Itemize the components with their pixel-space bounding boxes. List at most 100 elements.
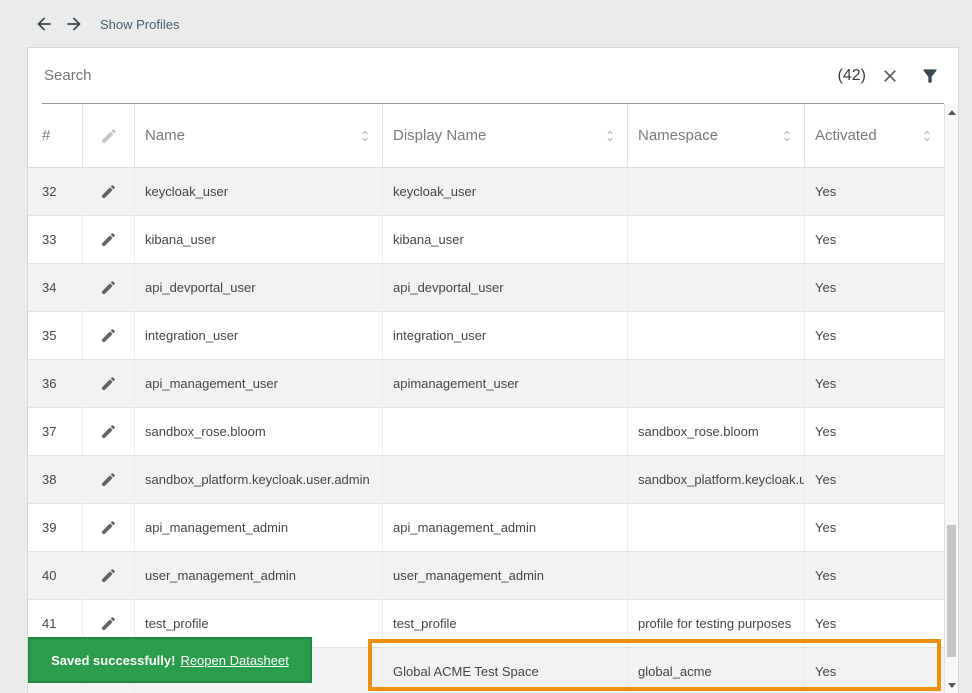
table-header: # Name Display Name Namespace Activated [28, 104, 958, 168]
pencil-icon [100, 279, 117, 296]
pencil-icon [100, 231, 117, 248]
activated-cell: Yes [805, 504, 944, 552]
edit-pencil-button[interactable] [100, 471, 117, 488]
display-name-cell [383, 408, 628, 456]
forward-button[interactable] [64, 14, 84, 34]
edit-pencil-button[interactable] [100, 231, 117, 248]
display-name-cell: keycloak_user [383, 168, 628, 216]
table-row[interactable]: 32 keycloak_user keycloak_user Yes [28, 168, 958, 216]
arrow-back-icon [34, 14, 54, 34]
pencil-icon [100, 127, 118, 145]
namespace-cell [628, 216, 805, 264]
reopen-datasheet-link[interactable]: Reopen Datasheet [180, 653, 288, 668]
header-display-name[interactable]: Display Name [383, 104, 628, 168]
table-row[interactable]: 36 api_management_user apimanagement_use… [28, 360, 958, 408]
activated-cell: Yes [805, 456, 944, 504]
edit-pencil-button[interactable] [100, 279, 117, 296]
edit-cell [83, 216, 135, 264]
sort-icon [358, 129, 372, 143]
pencil-icon [100, 615, 117, 632]
display-name-cell: Global ACME Test Space [383, 648, 628, 693]
name-cell: api_management_user [135, 360, 383, 408]
table-row[interactable]: 33 kibana_user kibana_user Yes [28, 216, 958, 264]
namespace-cell [628, 552, 805, 600]
table-row[interactable]: 39 api_management_admin api_management_a… [28, 504, 958, 552]
activated-cell: Yes [805, 264, 944, 312]
table-row[interactable]: 38 sandbox_platform.keycloak.user.admin … [28, 456, 958, 504]
activated-cell: Yes [805, 360, 944, 408]
row-number-cell: 40 [28, 552, 83, 600]
scroll-up-arrow-icon [948, 110, 956, 115]
close-icon [880, 66, 900, 86]
edit-cell [83, 456, 135, 504]
header-activated[interactable]: Activated [805, 104, 944, 168]
name-cell: api_devportal_user [135, 264, 383, 312]
filter-icon [920, 66, 940, 86]
name-cell: integration_user [135, 312, 383, 360]
row-number-cell: 32 [28, 168, 83, 216]
display-name-cell: api_devportal_user [383, 264, 628, 312]
edit-pencil-button[interactable] [100, 327, 117, 344]
display-name-cell: test_profile [383, 600, 628, 648]
row-number-cell: 34 [28, 264, 83, 312]
pencil-icon [100, 519, 117, 536]
activated-cell: Yes [805, 312, 944, 360]
vertical-scrollbar[interactable] [944, 104, 958, 693]
scroll-down-arrow-icon [948, 683, 956, 688]
table-row[interactable]: 34 api_devportal_user api_devportal_user… [28, 264, 958, 312]
pencil-icon [100, 567, 117, 584]
toast-notification: Saved successfully! Reopen Datasheet [28, 637, 312, 683]
filter-button[interactable] [920, 66, 940, 86]
header-namespace[interactable]: Namespace [628, 104, 805, 168]
name-cell: keycloak_user [135, 168, 383, 216]
edit-pencil-button[interactable] [100, 423, 117, 440]
scrollbar-thumb[interactable] [947, 525, 956, 657]
scroll-up-button[interactable] [945, 104, 958, 120]
profiles-panel: (42) # Name Display Name Namespace Activ… [28, 48, 958, 693]
display-name-cell: api_management_admin [383, 504, 628, 552]
namespace-cell [628, 360, 805, 408]
header-number: # [28, 104, 83, 168]
activated-cell: Yes [805, 168, 944, 216]
edit-pencil-button[interactable] [100, 519, 117, 536]
name-cell: sandbox_rose.bloom [135, 408, 383, 456]
display-name-cell: user_management_admin [383, 552, 628, 600]
header-name[interactable]: Name [135, 104, 383, 168]
edit-pencil-button[interactable] [100, 615, 117, 632]
edit-cell [83, 264, 135, 312]
sort-icon [920, 129, 934, 143]
clear-search-button[interactable] [880, 66, 900, 86]
name-cell: user_management_admin [135, 552, 383, 600]
pencil-icon [100, 471, 117, 488]
edit-pencil-button[interactable] [100, 183, 117, 200]
toast-message: Saved successfully! [51, 653, 175, 668]
row-number-cell: 36 [28, 360, 83, 408]
table-row[interactable]: 40 user_management_admin user_management… [28, 552, 958, 600]
topbar: Show Profiles [0, 0, 972, 48]
table-body: 32 keycloak_user keycloak_user Yes 33 ki… [28, 168, 958, 693]
namespace-cell [628, 168, 805, 216]
display-name-cell: apimanagement_user [383, 360, 628, 408]
edit-pencil-button[interactable] [100, 375, 117, 392]
scroll-down-button[interactable] [945, 677, 958, 693]
namespace-cell [628, 312, 805, 360]
edit-pencil-button[interactable] [100, 567, 117, 584]
namespace-cell: sandbox_rose.bloom [628, 408, 805, 456]
table-row[interactable]: 35 integration_user integration_user Yes [28, 312, 958, 360]
table-row[interactable]: 37 sandbox_rose.bloom sandbox_rose.bloom… [28, 408, 958, 456]
namespace-cell: global_acme [628, 648, 805, 693]
row-number-cell: 39 [28, 504, 83, 552]
edit-cell [83, 312, 135, 360]
row-number-cell: 35 [28, 312, 83, 360]
display-name-cell: kibana_user [383, 216, 628, 264]
name-cell: sandbox_platform.keycloak.user.admin [135, 456, 383, 504]
search-input[interactable] [42, 66, 830, 85]
back-button[interactable] [34, 14, 54, 34]
edit-cell [83, 552, 135, 600]
arrow-forward-icon [64, 14, 84, 34]
name-cell: kibana_user [135, 216, 383, 264]
edit-cell [83, 408, 135, 456]
activated-cell: Yes [805, 216, 944, 264]
activated-cell: Yes [805, 648, 944, 693]
activated-cell: Yes [805, 552, 944, 600]
